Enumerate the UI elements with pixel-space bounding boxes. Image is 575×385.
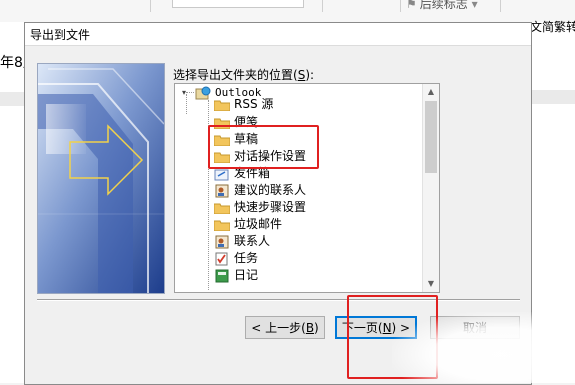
tree-item-tasks[interactable]: 任务 [214,250,258,266]
dialog-titlebar: 导出到文件 [25,23,531,46]
ribbon-separator [150,0,151,12]
background-search-box[interactable] [172,0,304,8]
right-pane-band [530,90,575,104]
ribbon-separator [400,0,401,12]
back-button[interactable]: < 上一步(B) [245,316,325,339]
annotation-box-folders [208,125,319,169]
folder-icon [214,203,230,214]
scroll-thumb[interactable] [425,101,437,173]
calendar-pane [0,22,25,383]
calendar-band [0,92,24,106]
dialog-title: 导出到文件 [30,28,91,42]
scroll-down-icon[interactable]: ▼ [423,276,439,292]
screen-glare [392,312,575,383]
tree-line [186,92,194,93]
tree-scrollbar[interactable]: ▲ ▼ [422,84,439,292]
dialog-divider [37,299,520,301]
tree-item-rss[interactable]: RSS 源 [214,96,273,112]
contacts-icon [215,184,229,197]
wizard-illustration [37,63,165,294]
ribbon-separator [500,0,501,12]
tree-item-journal[interactable]: 日记 [214,267,258,283]
collapse-icon[interactable]: ▾ [182,88,186,97]
tree-item-junk[interactable]: 垃圾邮件 [214,216,282,232]
ribbon-separator [322,0,323,12]
folder-tree[interactable]: ▾ Outlook RSS 源 便笺 草稿 对话操作设置 发件箱 建议的联系人 … [174,83,440,293]
folder-icon [214,100,230,111]
followup-button[interactable]: ⚑ 后续标志 ▾ [406,0,478,12]
folder-location-label: 选择导出文件夹的位置(S): [173,68,315,82]
tree-item-suggested-contacts[interactable]: 建议的联系人 [214,182,306,198]
contacts-icon [215,235,229,248]
tree-line [186,94,187,114]
tasks-icon [215,252,228,265]
tree-item-quick-steps[interactable]: 快速步骤设置 [214,199,306,215]
flag-icon: ⚑ [406,0,417,11]
tree-item-contacts[interactable]: 联系人 [214,233,270,249]
scroll-up-icon[interactable]: ▲ [423,84,439,100]
journal-icon [215,269,229,282]
chinese-conversion-label[interactable]: 文简繁转 [530,18,575,35]
outlook-data-icon [195,86,211,99]
folder-icon [214,220,230,231]
